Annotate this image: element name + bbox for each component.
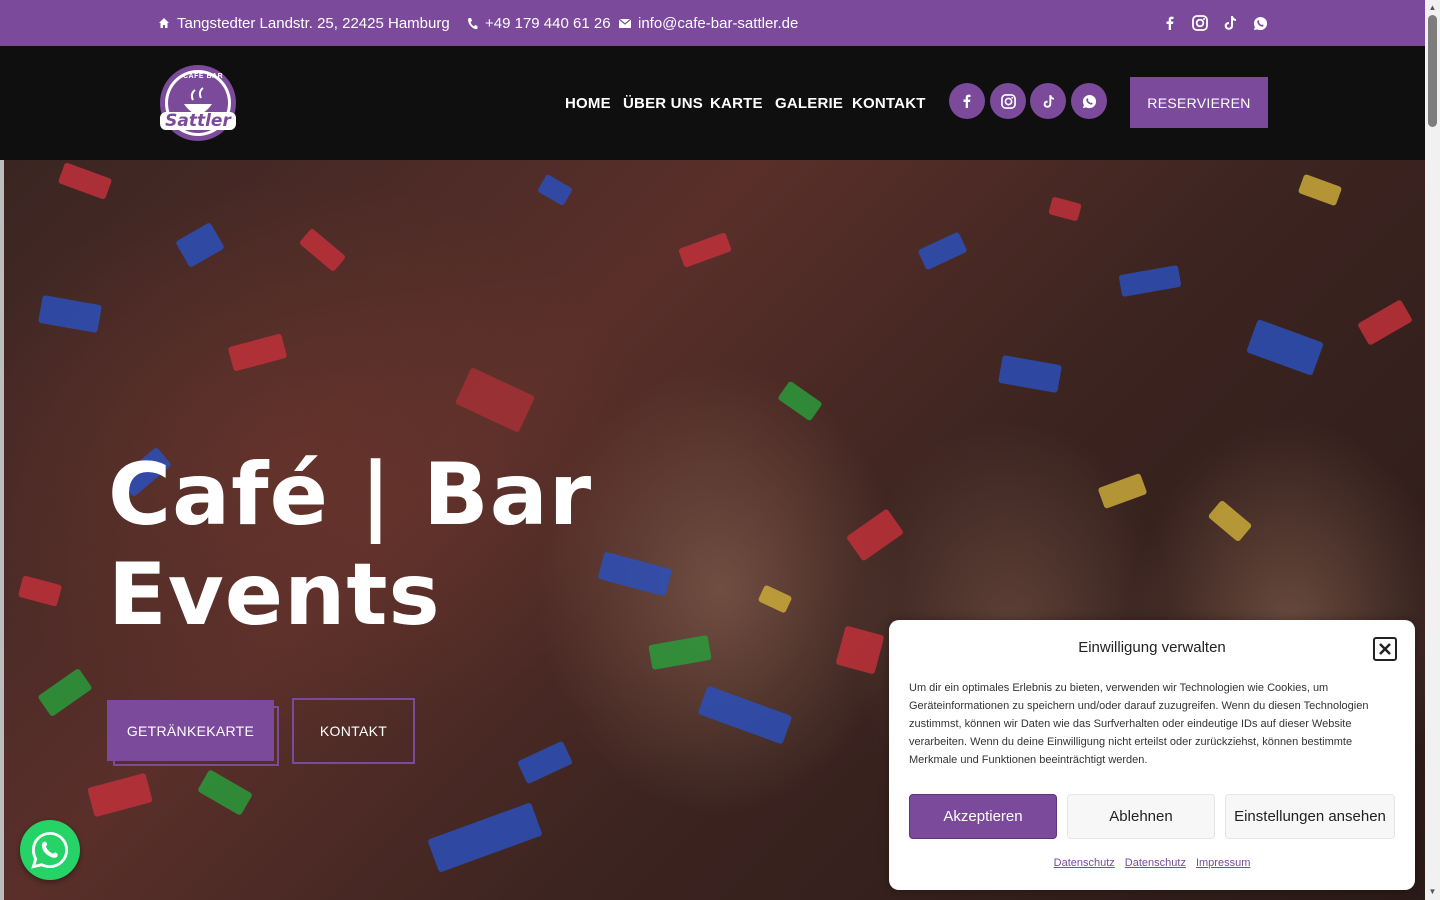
hero-title-line-2: Events — [108, 545, 441, 645]
facebook-icon[interactable] — [949, 83, 985, 119]
consent-title: Einwilligung verwalten — [1078, 639, 1226, 656]
hero-title: Café | Bar Events — [108, 445, 592, 645]
whatsapp-icon[interactable] — [1071, 83, 1107, 119]
contact-button[interactable]: KONTAKT — [292, 698, 415, 764]
nav-gallery[interactable]: GALERIE — [775, 95, 843, 112]
instagram-icon[interactable] — [990, 83, 1026, 119]
scrollbar-thumb[interactable] — [1428, 15, 1437, 127]
consent-links: Datenschutz Datenschutz Impressum — [889, 857, 1415, 869]
instagram-icon[interactable] — [1190, 13, 1210, 33]
scroll-up-arrow-icon[interactable]: ▲ — [1428, 2, 1437, 12]
hero-left-edge — [0, 160, 4, 900]
site-header: CAFÉ BAR Sattler HOME ÜBER UNS KARTE GAL… — [0, 46, 1425, 160]
preferences-button[interactable]: Einstellungen ansehen — [1225, 794, 1395, 839]
whatsapp-icon[interactable] — [1250, 13, 1270, 33]
nav-menu[interactable]: KARTE — [710, 95, 763, 112]
mail-icon — [619, 18, 631, 28]
nav-about[interactable]: ÜBER UNS — [623, 95, 703, 112]
nav-contact[interactable]: KONTAKT — [852, 95, 926, 112]
facebook-icon[interactable] — [1160, 13, 1180, 33]
privacy-link[interactable]: Datenschutz — [1054, 857, 1115, 869]
imprint-link[interactable]: Impressum — [1196, 857, 1250, 869]
address-text: Tangstedter Landstr. 25, 22425 Hamburg — [177, 14, 450, 32]
accept-button[interactable]: Akzeptieren — [909, 794, 1057, 839]
cookie-consent-dialog: Einwilligung verwalten Um dir ein optima… — [889, 620, 1415, 890]
privacy-link-2[interactable]: Datenschutz — [1125, 857, 1186, 869]
logo-name: Sattler — [165, 111, 231, 131]
email-text[interactable]: info@cafe-bar-sattler.de — [638, 15, 798, 32]
reserve-button[interactable]: RESERVIEREN — [1130, 77, 1268, 128]
tiktok-icon[interactable] — [1220, 13, 1240, 33]
whatsapp-float-button[interactable] — [20, 820, 80, 880]
contact-topbar: Tangstedter Landstr. 25, 22425 Hamburg +… — [0, 0, 1425, 46]
site-logo[interactable]: CAFÉ BAR Sattler — [157, 64, 239, 142]
email-item[interactable]: info@cafe-bar-sattler.de — [619, 0, 798, 46]
deny-button[interactable]: Ablehnen — [1067, 794, 1215, 839]
close-button[interactable] — [1373, 637, 1397, 661]
consent-text: Um dir ein optimales Erlebnis zu bieten,… — [909, 682, 1369, 766]
address-item: Tangstedter Landstr. 25, 22425 Hamburg — [158, 0, 450, 46]
logo-subtitle: CAFÉ BAR — [183, 73, 224, 80]
phone-icon — [468, 17, 478, 29]
home-icon — [159, 18, 169, 28]
page-scrollbar[interactable]: ▲ ▼ — [1425, 0, 1440, 900]
nav-home[interactable]: HOME — [565, 95, 611, 112]
scroll-down-arrow-icon[interactable]: ▼ — [1428, 886, 1437, 896]
phone-text[interactable]: +49 179 440 61 26 — [485, 15, 611, 32]
drinks-menu-button[interactable]: GETRÄNKEKARTE — [107, 700, 274, 761]
close-icon — [1379, 643, 1391, 655]
whatsapp-icon — [31, 831, 69, 869]
tiktok-icon[interactable] — [1030, 83, 1066, 119]
phone-item[interactable]: +49 179 440 61 26 — [467, 0, 611, 46]
hero-title-line-1: Café | Bar — [108, 445, 593, 545]
